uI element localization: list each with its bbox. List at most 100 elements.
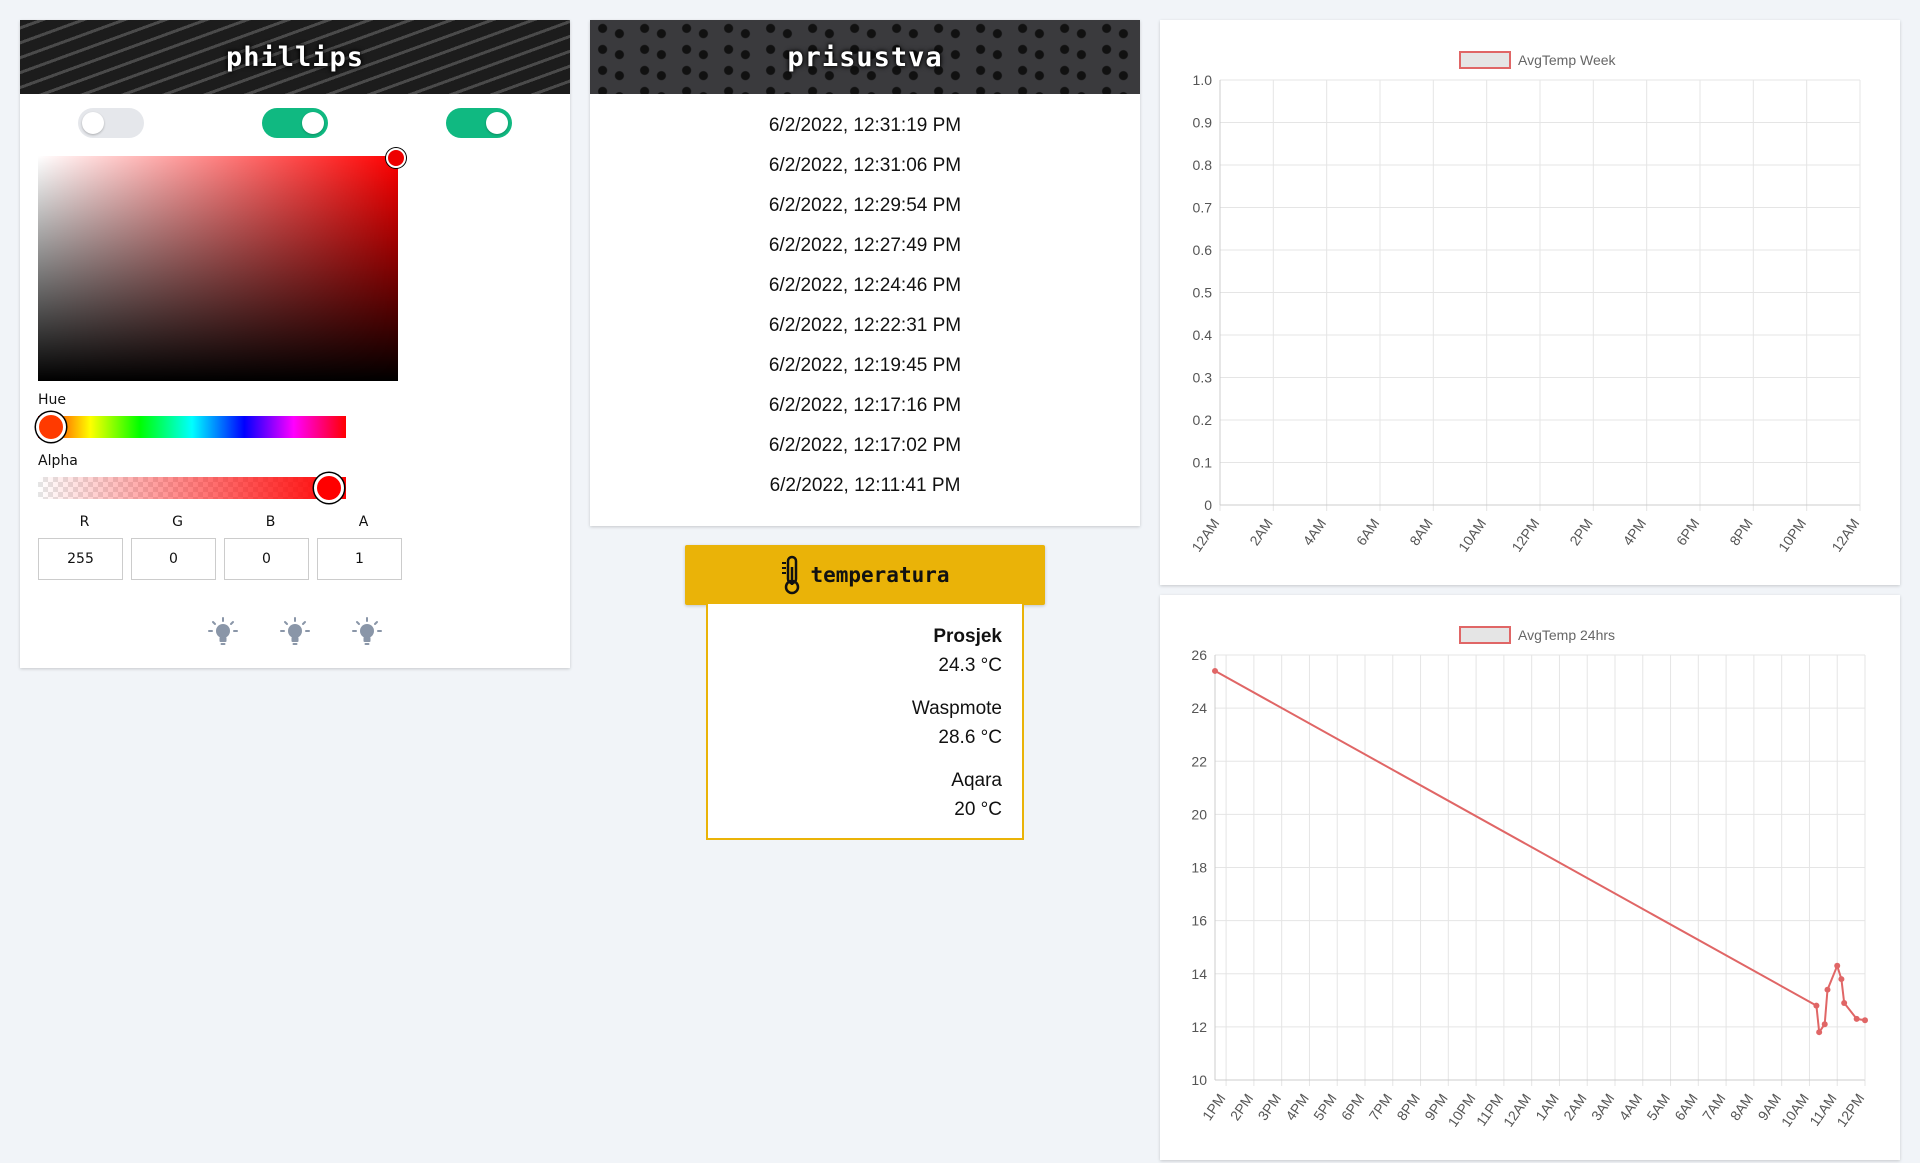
x-tick-label: 12AM	[1500, 1091, 1534, 1130]
avgtemp-24hrs-svg: AvgTemp 24hrs 10 12 14 16 18 20 22 24 26 1PM2PM3PM…	[1191, 626, 1868, 1130]
toggle-1[interactable]	[78, 108, 144, 138]
x-tick-label: 5PM	[1310, 1091, 1340, 1124]
data-point	[1862, 1017, 1868, 1024]
y-tick-label: 0.9	[1193, 115, 1213, 131]
saturation-picker[interactable]	[38, 148, 406, 381]
prisustva-header: prisustva	[590, 20, 1140, 94]
legend-swatch	[1459, 626, 1511, 644]
x-tick-label: 12PM	[1508, 516, 1542, 555]
y-tick-label: 20	[1191, 806, 1207, 822]
presence-list: 6/2/2022, 12:31:19 PM 6/2/2022, 12:31:06…	[590, 94, 1140, 506]
list-item: 6/2/2022, 12:27:49 PM	[768, 235, 962, 256]
toggle-3[interactable]	[446, 108, 512, 138]
g-label: G	[172, 514, 183, 530]
y-tick-label: 0.4	[1193, 327, 1213, 343]
avgtemp-week-chart: AvgTemp Week 0 0.1 0.2 0.3 0.4 0.5 0.6 0.7 0.8 0.9…	[1160, 20, 1900, 585]
legend-label: AvgTemp 24hrs	[1518, 627, 1615, 643]
toggle-2[interactable]	[262, 108, 328, 138]
y-tick-label: 22	[1191, 753, 1207, 769]
y-tick-label: 0.6	[1193, 242, 1213, 258]
temperatura-title: temperatura	[810, 563, 950, 587]
a-input[interactable]	[317, 538, 402, 580]
phillips-card: phillips Hue Alpha R G B A	[20, 20, 570, 668]
hue-thumb[interactable]	[36, 412, 66, 442]
data-point	[1841, 999, 1848, 1006]
x-tick-label: 6PM	[1338, 1091, 1368, 1124]
x-tick-label: 5AM	[1643, 1091, 1673, 1124]
x-tick-label: 10PM	[1775, 516, 1809, 555]
toggle-row	[20, 94, 570, 150]
list-item: 6/2/2022, 12:11:41 PM	[769, 475, 961, 496]
x-tick-label: 4AM	[1616, 1091, 1646, 1124]
phillips-title: phillips	[225, 41, 365, 73]
hue-label: Hue	[38, 392, 67, 408]
x-tick-label: 1AM	[1532, 1091, 1562, 1124]
reading-value: 28.6 °C	[938, 727, 1002, 748]
alpha-thumb[interactable]	[314, 473, 344, 503]
bulb-row	[20, 616, 570, 648]
thermometer-icon	[782, 555, 800, 595]
y-tick-label: 26	[1191, 647, 1207, 663]
y-tick-label: 0.1	[1193, 455, 1213, 471]
temperatura-body: Prosjek 24.3 °C Waspmote 28.6 °C Aqara 2…	[706, 604, 1024, 840]
x-tick-label: 10AM	[1455, 516, 1489, 555]
data-point	[1816, 1029, 1823, 1036]
x-tick-label: 4PM	[1620, 516, 1650, 549]
g-input[interactable]	[131, 538, 216, 580]
toggle-knob	[82, 112, 104, 134]
toggle-knob	[486, 112, 508, 134]
x-tick-label: 8AM	[1406, 516, 1436, 549]
rgba-inputs	[38, 538, 402, 580]
lightbulb-icon[interactable]	[207, 616, 239, 648]
y-tick-label: 10	[1191, 1072, 1207, 1088]
list-item: 6/2/2022, 12:22:31 PM	[768, 315, 962, 336]
hue-slider[interactable]	[36, 412, 346, 442]
reading-value: 20 °C	[954, 799, 1002, 820]
y-tick-label: 12	[1191, 1019, 1207, 1035]
alpha-slider[interactable]	[38, 473, 346, 503]
x-tick-label: 7PM	[1366, 1091, 1396, 1124]
y-tick-label: 14	[1191, 966, 1207, 982]
x-tick-label: 8PM	[1726, 516, 1756, 549]
x-tick-label: 12AM	[1828, 516, 1862, 555]
temperatura-header: temperatura	[685, 545, 1045, 605]
lightbulb-icon[interactable]	[351, 616, 383, 648]
y-tick-label: 24	[1191, 700, 1207, 716]
saturation-thumb[interactable]	[386, 148, 406, 168]
toggle-knob	[302, 112, 324, 134]
y-tick-label: 0.2	[1193, 412, 1213, 428]
x-tick-label: 10PM	[1444, 1091, 1478, 1130]
prisustva-title: prisustva	[787, 41, 943, 73]
list-item: 6/2/2022, 12:24:46 PM	[768, 275, 962, 296]
data-point	[1853, 1015, 1860, 1022]
reading-aqara: Aqara 20 °C	[708, 766, 1002, 824]
data-point	[1834, 962, 1841, 969]
r-input[interactable]	[38, 538, 123, 580]
data-point	[1821, 1021, 1828, 1028]
x-tick-label: 12PM	[1833, 1091, 1867, 1130]
x-tick-label: 4AM	[1300, 516, 1330, 549]
list-item: 6/2/2022, 12:31:06 PM	[768, 155, 962, 176]
b-input[interactable]	[224, 538, 309, 580]
x-tick-label: 6AM	[1353, 516, 1383, 549]
x-tick-label: 11PM	[1473, 1091, 1506, 1129]
r-label: R	[79, 514, 90, 530]
chart-plot: AvgTemp Week 0 0.1 0.2 0.3 0.4 0.5 0.6 0.7 0.8 0.9…	[1188, 51, 1862, 555]
y-tick-label: 0.3	[1193, 370, 1213, 386]
legend-swatch	[1459, 51, 1511, 69]
y-tick-label: 0.8	[1193, 157, 1213, 173]
x-tick-label: 8PM	[1393, 1091, 1423, 1124]
phillips-header: phillips	[20, 20, 570, 94]
reading-label: Aqara	[951, 770, 1002, 791]
x-tick-label: 1PM	[1199, 1091, 1229, 1124]
y-tick-label: 0	[1204, 497, 1212, 513]
x-tick-label: 6AM	[1671, 1091, 1701, 1124]
alpha-label: Alpha	[38, 453, 78, 469]
x-tick-label: 3AM	[1588, 1091, 1618, 1124]
lightbulb-icon[interactable]	[279, 616, 311, 648]
x-tick-label: 11AM	[1806, 1091, 1839, 1129]
x-tick-label: 8AM	[1727, 1091, 1757, 1124]
data-point	[1824, 986, 1831, 993]
x-tick-label: 4PM	[1282, 1091, 1312, 1124]
x-tick-label: 7AM	[1699, 1091, 1729, 1124]
